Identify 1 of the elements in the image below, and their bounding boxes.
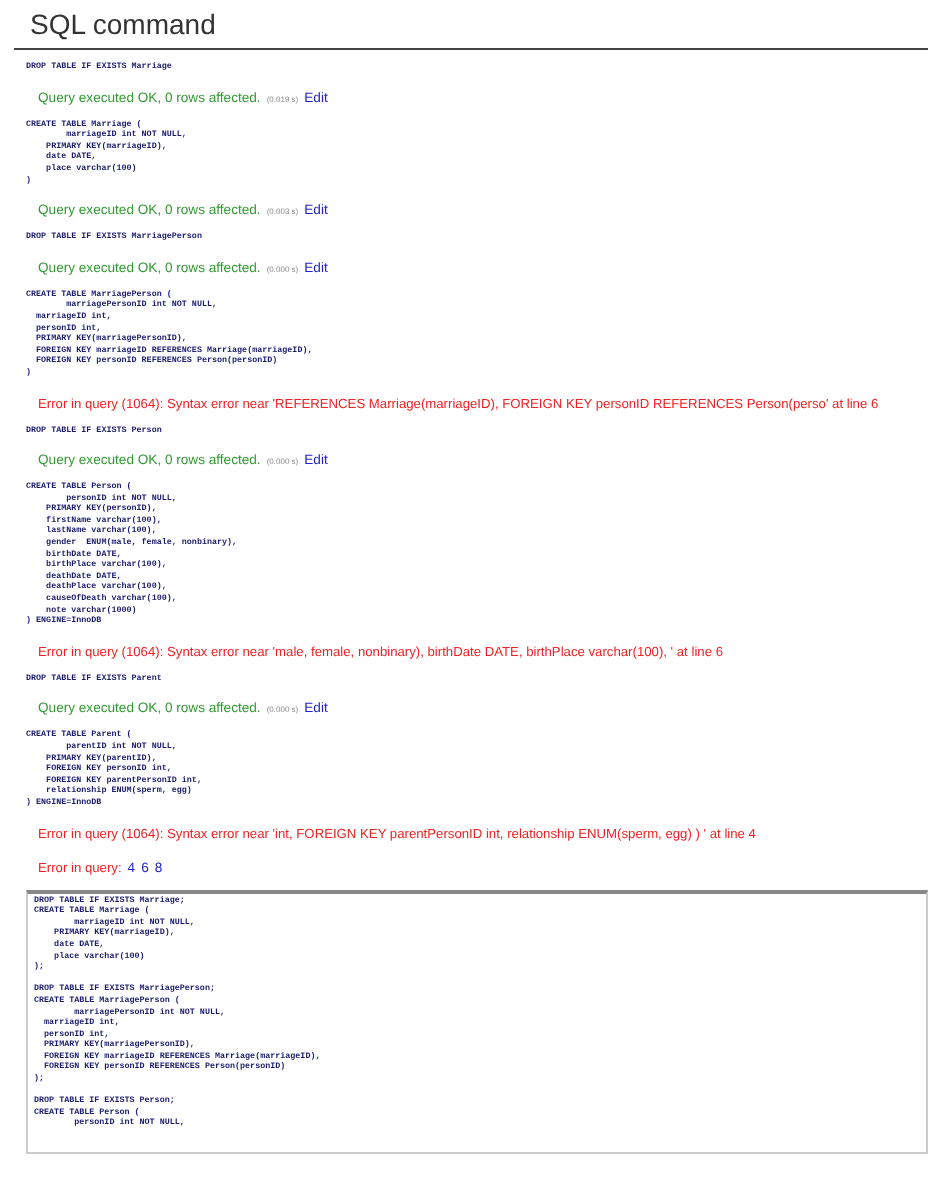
- page-title: SQL command: [30, 8, 218, 44]
